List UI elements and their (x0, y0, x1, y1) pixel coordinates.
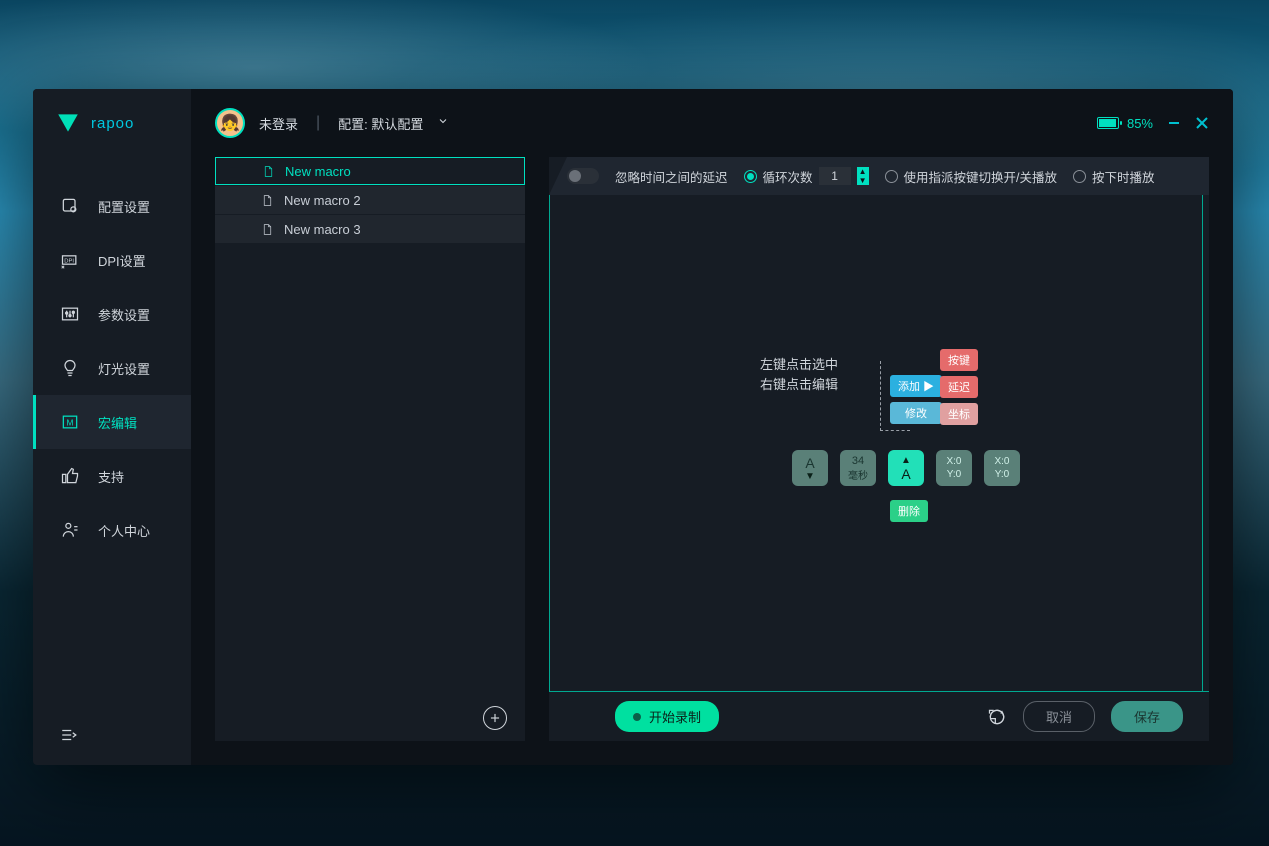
sidebar-item-label: 配置设置 (98, 197, 150, 216)
sliders-icon (60, 304, 80, 324)
avatar[interactable]: 👧 (215, 108, 245, 138)
loop-spinner[interactable]: ▲▼ (857, 167, 869, 185)
record-button[interactable]: 开始录制 (615, 701, 719, 732)
thumbs-up-icon (60, 466, 80, 486)
save-button[interactable]: 保存 (1111, 701, 1183, 732)
macro-editor: 忽略时间之间的延迟 循环次数 ▲▼ 使用指派按键切换开/关播放 按下时播放 (549, 157, 1209, 741)
loop-count-radio[interactable] (744, 170, 757, 183)
logo-v-icon (55, 110, 81, 136)
minimize-button[interactable] (1167, 116, 1181, 130)
sidebar-item-label: 灯光设置 (98, 359, 150, 378)
sequence-row: A ▼ 34 毫秒 ▲ A (792, 450, 1020, 486)
sidebar-item-config[interactable]: 配置设置 (33, 179, 191, 233)
context-add[interactable]: 添加 ▶ (890, 375, 942, 397)
svg-text:M: M (67, 417, 74, 427)
battery-icon (1097, 117, 1119, 129)
play-on-press-label: 按下时播放 (1092, 167, 1155, 186)
bulb-icon (60, 358, 80, 378)
sidebar-item-label: 宏编辑 (98, 413, 137, 432)
delay-block[interactable]: 34 毫秒 (840, 450, 876, 486)
context-key[interactable]: 按键 (940, 349, 978, 371)
refresh-button[interactable] (987, 707, 1007, 727)
sidebar-item-user[interactable]: 个人中心 (33, 503, 191, 557)
sidebar-item-dpi[interactable]: DPI DPI设置 (33, 233, 191, 287)
coord-block-2[interactable]: X:0 Y:0 (984, 450, 1020, 486)
sidebar-item-label: DPI设置 (98, 251, 146, 270)
macro-list-panel: New macro New macro 2 New macro 3 (215, 157, 525, 741)
brand-name: rapoo (91, 115, 134, 132)
file-icon (262, 165, 275, 178)
keydown-block[interactable]: A ▼ (792, 450, 828, 486)
sidebar-item-support[interactable]: 支持 (33, 449, 191, 503)
login-status: 未登录 (259, 114, 298, 133)
sidebar-collapse[interactable] (33, 705, 191, 765)
macro-item[interactable]: New macro (215, 157, 525, 185)
macro-name: New macro (285, 164, 351, 179)
cancel-button[interactable]: 取消 (1023, 701, 1095, 732)
macro-item[interactable]: New macro 2 (215, 186, 525, 214)
close-button[interactable] (1195, 116, 1209, 130)
hint-connector (880, 361, 881, 431)
context-delete[interactable]: 删除 (890, 500, 928, 522)
context-coord[interactable]: 坐标 (940, 403, 978, 425)
toggle-key-radio[interactable] (885, 170, 898, 183)
hint-text: 左键点击选中 右键点击编辑 (760, 355, 838, 394)
sidebar: rapoo 配置设置 DPI DPI设置 参数设置 灯光设置 M 宏编辑 (33, 89, 191, 765)
ignore-delay-toggle[interactable] (567, 168, 599, 184)
add-macro-button[interactable] (483, 706, 507, 730)
coord-block-1[interactable]: X:0 Y:0 (936, 450, 972, 486)
toggle-key-label: 使用指派按键切换开/关播放 (904, 167, 1057, 186)
keyup-block-selected[interactable]: ▲ A (888, 450, 924, 486)
battery-percent: 85% (1127, 116, 1153, 131)
context-edit[interactable]: 修改 (890, 402, 942, 424)
plus-icon (488, 711, 502, 725)
loop-count-input[interactable] (819, 167, 851, 185)
sidebar-item-macro[interactable]: M 宏编辑 (33, 395, 191, 449)
play-on-press-radio[interactable] (1073, 170, 1086, 183)
sidebar-item-lighting[interactable]: 灯光设置 (33, 341, 191, 395)
context-delay[interactable]: 延迟 (940, 376, 978, 398)
macro-name: New macro 2 (284, 193, 361, 208)
macro-icon: M (60, 412, 80, 432)
app-window: rapoo 配置设置 DPI DPI设置 参数设置 灯光设置 M 宏编辑 (33, 89, 1233, 765)
macro-list: New macro New macro 2 New macro 3 (215, 157, 525, 695)
config-icon (60, 196, 80, 216)
macro-name: New macro 3 (284, 222, 361, 237)
file-icon (261, 194, 274, 207)
sidebar-nav: 配置设置 DPI DPI设置 参数设置 灯光设置 M 宏编辑 支持 (33, 179, 191, 557)
header: 👧 未登录 | 配置: 默认配置 85% (191, 89, 1233, 157)
sidebar-item-params[interactable]: 参数设置 (33, 287, 191, 341)
dpi-icon: DPI (60, 250, 80, 270)
sidebar-item-label: 支持 (98, 467, 124, 486)
content: New macro New macro 2 New macro 3 (191, 157, 1233, 765)
main-area: 👧 未登录 | 配置: 默认配置 85% (191, 89, 1233, 765)
editor-footer: 开始录制 取消 保存 (549, 691, 1209, 741)
record-dot-icon (633, 713, 641, 721)
chevron-down-icon[interactable] (437, 114, 449, 132)
sidebar-item-label: 参数设置 (98, 305, 150, 324)
ignore-delay-label: 忽略时间之间的延迟 (615, 167, 728, 186)
svg-text:DPI: DPI (64, 259, 74, 265)
sidebar-item-label: 个人中心 (98, 521, 150, 540)
collapse-icon (60, 726, 78, 744)
macro-item[interactable]: New macro 3 (215, 215, 525, 243)
user-icon (60, 520, 80, 540)
file-icon (261, 223, 274, 236)
config-label[interactable]: 配置: 默认配置 (338, 114, 423, 133)
battery-indicator: 85% (1097, 116, 1153, 131)
editor-canvas: 左键点击选中 右键点击编辑 添加 ▶ 修改 按键 延迟 坐标 (549, 195, 1203, 691)
loop-label: 循环次数 (763, 167, 813, 186)
editor-options-bar: 忽略时间之间的延迟 循环次数 ▲▼ 使用指派按键切换开/关播放 按下时播放 (549, 157, 1209, 195)
brand-logo: rapoo (33, 89, 191, 157)
